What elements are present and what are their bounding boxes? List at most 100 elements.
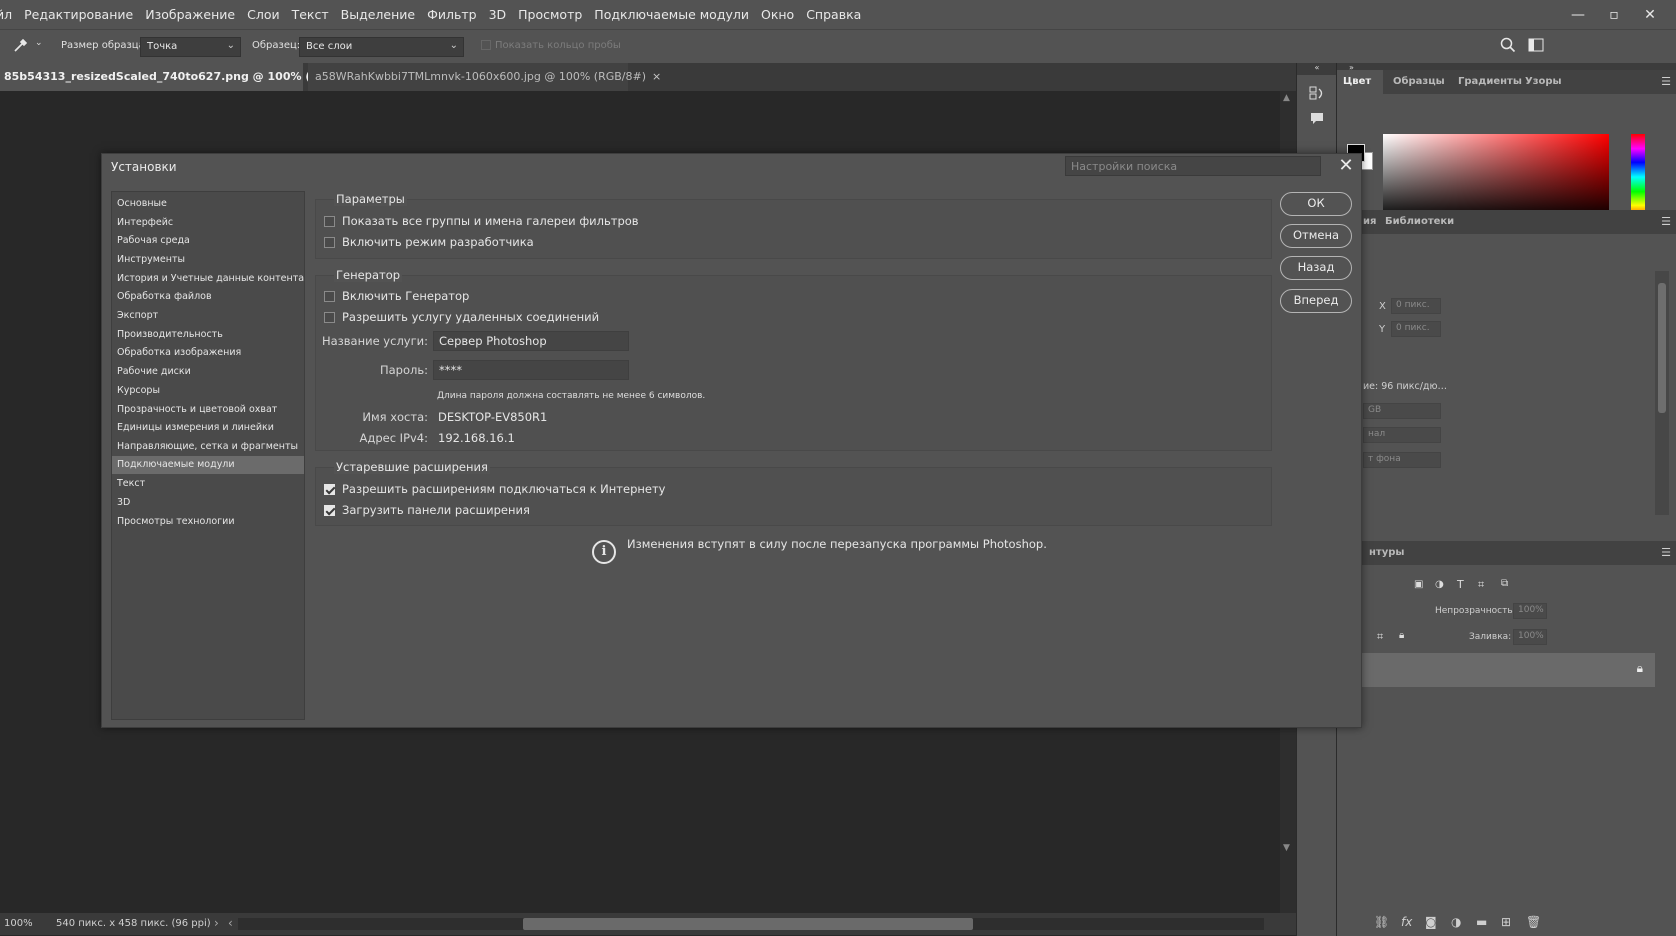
- status-menu-arrow[interactable]: ›: [214, 916, 219, 930]
- mask-icon[interactable]: ◙: [1425, 915, 1437, 929]
- nav-item-scratch-disks[interactable]: Рабочие диски: [112, 363, 304, 381]
- service-name-input[interactable]: Сервер Photoshop: [433, 331, 629, 351]
- back-button[interactable]: Назад: [1280, 256, 1352, 280]
- menu-file[interactable]: йл: [0, 7, 12, 22]
- color-picker-field[interactable]: [1383, 134, 1609, 220]
- tab-patterns[interactable]: Узоры: [1519, 70, 1568, 94]
- tab-close-icon[interactable]: ×: [652, 70, 661, 83]
- nav-item-units[interactable]: Единицы измерения и линейки: [112, 419, 304, 437]
- document-tab-2[interactable]: a58WRahKwbbi7TMLmnvk-1060x600.jpg @ 100%…: [308, 63, 661, 91]
- zoom-level[interactable]: 100%: [4, 918, 33, 929]
- checkbox-checked[interactable]: [324, 483, 335, 495]
- remote-connections-option[interactable]: Разрешить услугу удаленных соединений: [324, 309, 599, 325]
- panel-menu-icon[interactable]: ☰: [1661, 75, 1671, 88]
- ring-checkbox[interactable]: [481, 40, 491, 50]
- layer-row[interactable]: 🔒︎: [1337, 653, 1655, 687]
- nav-item-cursors[interactable]: Курсоры: [112, 382, 304, 400]
- lock-artboard-icon[interactable]: ⌗: [1377, 630, 1383, 644]
- fx-icon[interactable]: fx: [1401, 915, 1412, 929]
- restore-button[interactable]: ▫: [1596, 7, 1632, 23]
- nav-item-tech-previews[interactable]: Просмотры технологии: [112, 513, 304, 531]
- eyedropper-icon[interactable]: [12, 36, 30, 54]
- horizontal-scrollbar[interactable]: [238, 918, 1264, 930]
- dev-mode-option[interactable]: Включить режим разработчика: [324, 234, 534, 250]
- scroll-thumb[interactable]: [523, 918, 973, 930]
- text-filter-icon[interactable]: T: [1457, 578, 1464, 591]
- tab-libraries[interactable]: Библиотеки: [1379, 210, 1460, 234]
- menu-layers[interactable]: Слои: [247, 7, 280, 22]
- menu-type[interactable]: Текст: [292, 7, 329, 22]
- panel-menu-icon[interactable]: ☰: [1661, 215, 1671, 228]
- panel-menu-icon[interactable]: ☰: [1661, 546, 1671, 559]
- menu-filter[interactable]: Фильтр: [427, 7, 476, 22]
- image-filter-icon[interactable]: ▣: [1414, 579, 1423, 590]
- nav-item-guides[interactable]: Направляющие, сетка и фрагменты: [112, 438, 304, 456]
- show-filters-option[interactable]: Показать все группы и имена галереи филь…: [324, 213, 639, 229]
- checkbox[interactable]: [324, 311, 335, 323]
- document-tab-1[interactable]: 85b54313_resizedScaled_740to627.png @ 10…: [0, 63, 377, 91]
- password-input[interactable]: ****: [433, 360, 629, 380]
- checkbox[interactable]: [324, 236, 335, 248]
- menu-select[interactable]: Выделение: [341, 7, 415, 22]
- sample-select[interactable]: Все слои ⌄: [299, 37, 464, 57]
- checkbox[interactable]: [324, 290, 335, 302]
- tab-paths[interactable]: нтуры: [1363, 541, 1410, 565]
- new-layer-icon[interactable]: ⊞: [1501, 915, 1511, 929]
- hue-slider[interactable]: [1631, 134, 1645, 220]
- nav-item-plugins[interactable]: Подключаемые модули: [112, 456, 304, 474]
- menu-window[interactable]: Окно: [761, 7, 794, 22]
- nav-item-history[interactable]: История и Учетные данные контента: [112, 270, 304, 288]
- nav-item-workspace[interactable]: Рабочая среда: [112, 232, 304, 250]
- cancel-button[interactable]: Отмена: [1280, 224, 1352, 248]
- folder-icon[interactable]: ▬: [1476, 915, 1487, 929]
- nav-item-3d[interactable]: 3D: [112, 494, 304, 512]
- nav-item-image-processing[interactable]: Обработка изображения: [112, 344, 304, 362]
- background-select[interactable]: т фона: [1363, 452, 1441, 468]
- tab-color[interactable]: Цвет: [1337, 70, 1383, 94]
- scroll-thumb[interactable]: [1658, 283, 1666, 413]
- sample-size-select[interactable]: Точка ⌄: [140, 37, 241, 57]
- y-field[interactable]: 0 пикс.: [1391, 321, 1441, 337]
- close-window-button[interactable]: ✕: [1632, 7, 1668, 23]
- link-icon[interactable]: ⛓: [1374, 915, 1389, 929]
- nav-item-file-handling[interactable]: Обработка файлов: [112, 288, 304, 306]
- channel-select[interactable]: нал: [1363, 427, 1441, 443]
- tab-gradients[interactable]: Градиенты: [1452, 70, 1528, 94]
- minimize-button[interactable]: —: [1560, 7, 1596, 23]
- scroll-down-icon[interactable]: ▼: [1283, 843, 1290, 853]
- chevron-down-icon[interactable]: ⌄: [35, 38, 43, 48]
- menu-edit[interactable]: Редактирование: [24, 7, 133, 22]
- close-icon[interactable]: ✕: [1338, 155, 1354, 176]
- menu-help[interactable]: Справка: [806, 7, 861, 22]
- scroll-up-icon[interactable]: ▲: [1283, 93, 1290, 103]
- properties-scrollbar[interactable]: [1655, 271, 1669, 515]
- lock-all-icon[interactable]: 🔒︎: [1399, 630, 1404, 641]
- opacity-field[interactable]: 100%: [1513, 603, 1547, 619]
- menu-view[interactable]: Просмотр: [518, 7, 582, 22]
- enable-generator-option[interactable]: Включить Генератор: [324, 288, 469, 304]
- checkbox-checked[interactable]: [324, 504, 335, 516]
- checkbox[interactable]: [324, 215, 335, 227]
- fill-field[interactable]: 100%: [1513, 629, 1547, 645]
- mode-select[interactable]: GB: [1363, 403, 1441, 419]
- nav-item-tools[interactable]: Инструменты: [112, 251, 304, 269]
- settings-search-input[interactable]: Настройки поиска: [1065, 156, 1321, 176]
- nav-item-performance[interactable]: Производительность: [112, 326, 304, 344]
- tab-swatches[interactable]: Образцы: [1387, 70, 1451, 94]
- ok-button[interactable]: ОК: [1280, 192, 1352, 216]
- x-field[interactable]: 0 пикс.: [1391, 298, 1441, 314]
- shape-filter-icon[interactable]: ⌗: [1478, 578, 1484, 592]
- adjust-filter-icon[interactable]: ◑: [1435, 579, 1444, 590]
- search-icon[interactable]: [1500, 37, 1516, 53]
- smart-filter-icon[interactable]: ⧉: [1501, 578, 1508, 589]
- menu-image[interactable]: Изображение: [145, 7, 235, 22]
- allow-internet-option[interactable]: Разрешить расширениям подключаться к Инт…: [324, 481, 665, 497]
- nav-item-type[interactable]: Текст: [112, 475, 304, 493]
- nav-item-export[interactable]: Экспорт: [112, 307, 304, 325]
- history-icon[interactable]: [1307, 83, 1327, 103]
- load-panels-option[interactable]: Загрузить панели расширения: [324, 502, 530, 518]
- collapse-icon[interactable]: «: [1297, 63, 1337, 75]
- adjustment-icon[interactable]: ◑: [1451, 915, 1461, 929]
- nav-item-transparency[interactable]: Прозрачность и цветовой охват: [112, 401, 304, 419]
- scroll-left-icon[interactable]: ‹: [228, 916, 233, 930]
